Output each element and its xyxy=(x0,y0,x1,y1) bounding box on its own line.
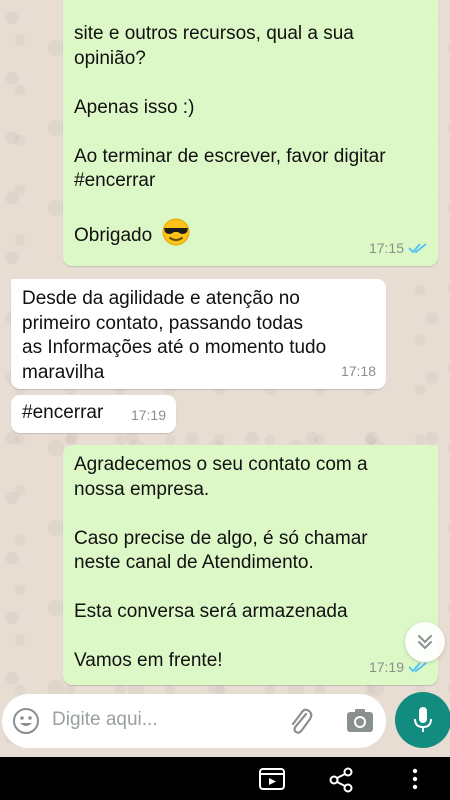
message-line: as Informações até o momento tudo xyxy=(22,337,327,358)
message-meta: 17:19 xyxy=(131,403,166,428)
message-line xyxy=(74,576,426,601)
message-line: nossa empresa. xyxy=(74,478,210,500)
double-chevron-down-icon xyxy=(418,635,432,650)
message-time: 17:19 xyxy=(130,406,166,423)
message-time: 17:19 xyxy=(368,658,404,675)
message-line: #encerrar xyxy=(74,170,156,191)
system-navigation-bar xyxy=(0,757,450,800)
message-line: opinião? xyxy=(74,47,146,69)
message-bubble-outgoing[interactable]: site e outros recursos, qual a sua opini… xyxy=(63,0,438,266)
message-line: Obrigado xyxy=(74,224,153,246)
media-icon[interactable] xyxy=(258,767,286,791)
emoji-icon[interactable] xyxy=(12,707,40,735)
more-vert-icon[interactable] xyxy=(410,767,420,791)
message-line: Agradecemos o seu contato com a xyxy=(74,454,368,475)
microphone-button[interactable] xyxy=(395,692,450,748)
message-meta: 17:18 xyxy=(341,359,376,384)
message-line xyxy=(74,71,426,96)
paperclip-icon[interactable] xyxy=(286,706,314,736)
message-input[interactable]: Digite aqui... xyxy=(52,709,158,731)
message-bubble-incoming[interactable]: Desde da agilidade e atenção no primeiro… xyxy=(11,279,386,389)
message-meta: 17:15 xyxy=(369,236,428,261)
message-bubble-incoming[interactable]: #encerrar 17:19 xyxy=(11,395,176,433)
message-line: Esta conversa será armazenada xyxy=(74,601,348,622)
message-line: Ao terminar de escrever, favor digitar xyxy=(74,145,386,167)
microphone-icon xyxy=(414,707,432,732)
message-line: Desde da agilidade e atenção no xyxy=(22,288,300,309)
message-bubble-outgoing[interactable]: Agradecemos o seu contato com a nossa em… xyxy=(63,445,438,685)
message-time: 17:18 xyxy=(340,362,376,379)
double-check-read-icon xyxy=(408,243,427,254)
double-check-read-icon xyxy=(408,662,427,673)
message-line: neste canal de Atendimento. xyxy=(74,552,314,573)
message-line: maravilha xyxy=(22,361,105,383)
message-time: 17:15 xyxy=(368,239,404,256)
share-icon[interactable] xyxy=(328,767,354,793)
sunglasses-emoji-icon xyxy=(161,218,191,254)
message-line xyxy=(74,502,426,527)
message-line: Caso precise de algo, é só chamar xyxy=(74,527,368,549)
message-line: Apenas isso :) xyxy=(74,96,195,118)
scroll-to-bottom-button[interactable] xyxy=(405,622,445,662)
message-composer: Digite aqui... xyxy=(2,694,386,748)
message-line: primeiro contato, passando todas xyxy=(22,312,303,334)
message-line xyxy=(74,194,426,219)
camera-icon[interactable] xyxy=(345,707,375,735)
message-line: site e outros recursos, qual a sua xyxy=(74,23,354,44)
message-line xyxy=(74,120,426,145)
message-line xyxy=(74,625,426,650)
